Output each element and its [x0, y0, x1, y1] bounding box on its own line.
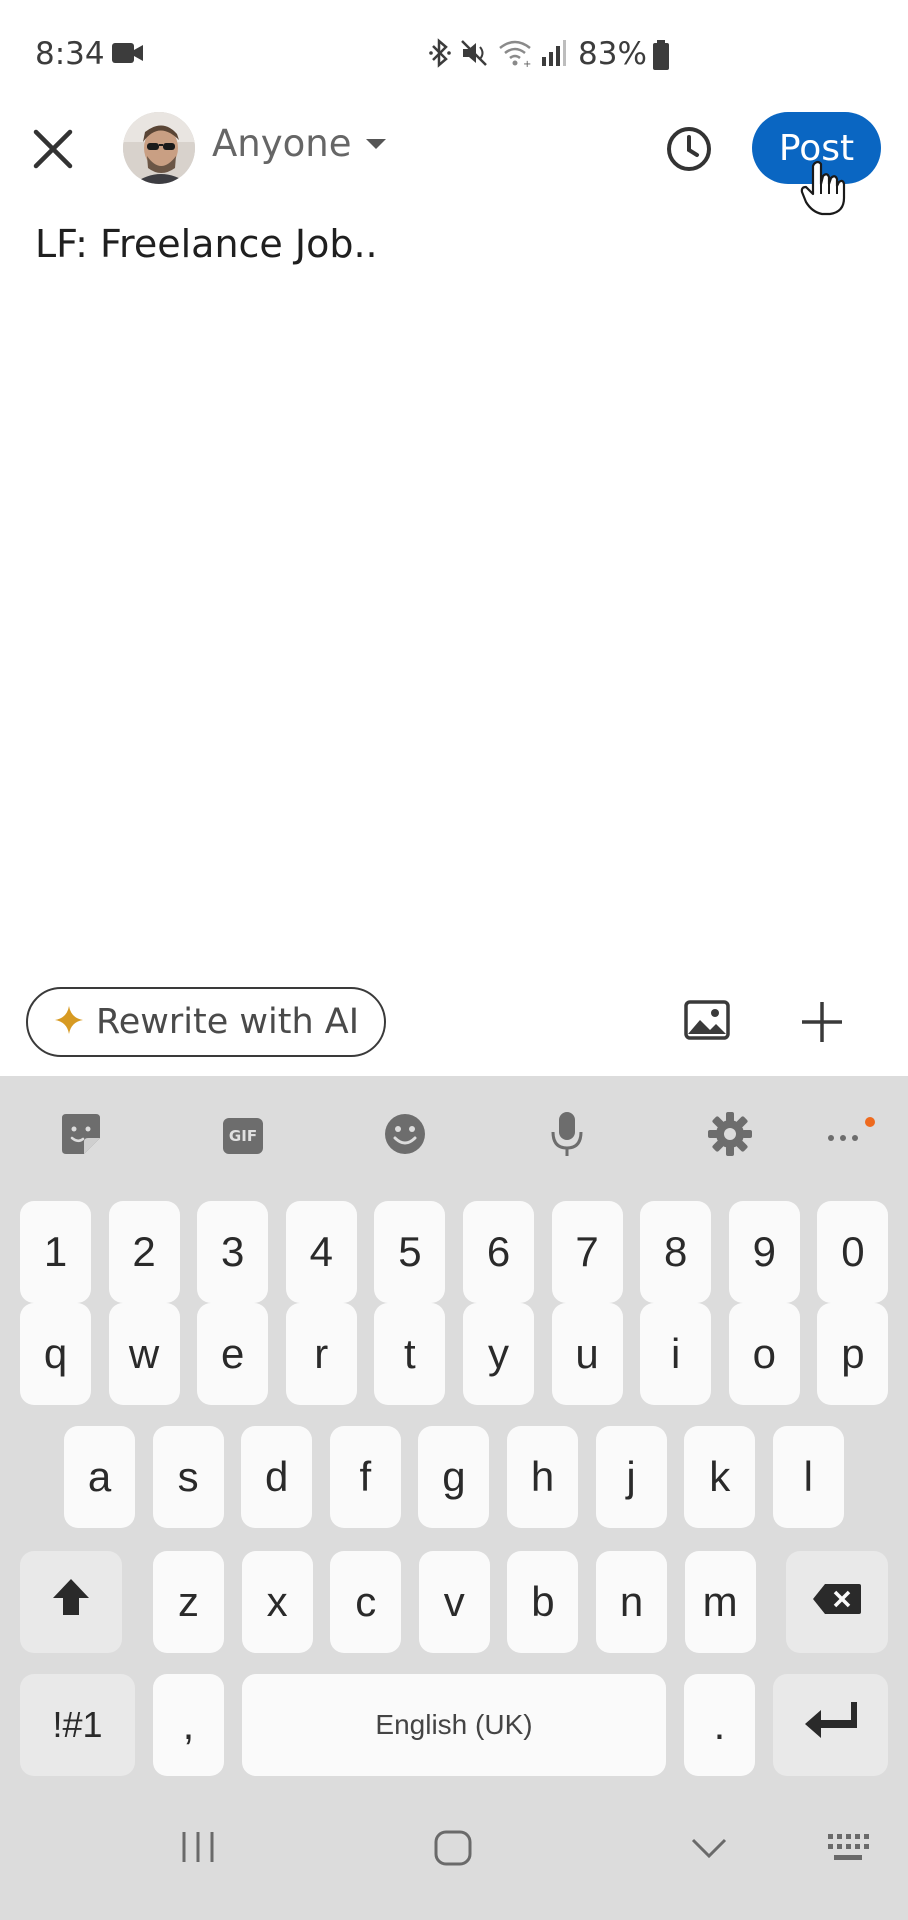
wifi-icon: + [498, 38, 532, 72]
space-key[interactable]: English (UK) [242, 1674, 666, 1776]
key-c[interactable]: c [330, 1551, 402, 1653]
add-image-button[interactable] [684, 1000, 730, 1044]
key-9[interactable]: 9 [728, 1201, 800, 1303]
comma-key[interactable]: , [153, 1674, 224, 1776]
microphone-icon [549, 1110, 585, 1162]
key-3[interactable]: 3 [197, 1201, 269, 1303]
key-e[interactable]: e [197, 1303, 269, 1405]
sparkle-icon [54, 1005, 84, 1039]
key-1[interactable]: 1 [20, 1201, 91, 1303]
svg-text:+: + [523, 59, 531, 68]
more-tools-button[interactable] [823, 1112, 879, 1160]
home-button[interactable] [433, 1830, 473, 1870]
key-m[interactable]: m [684, 1551, 756, 1653]
audience-selector[interactable]: Anyone [212, 122, 386, 165]
key-k[interactable]: k [684, 1426, 756, 1528]
more-options-button[interactable] [800, 1000, 844, 1048]
mute-icon [460, 38, 490, 72]
key-t[interactable]: t [374, 1303, 446, 1405]
enter-key[interactable] [773, 1674, 888, 1776]
rewrite-with-ai-button[interactable]: Rewrite with AI [26, 987, 386, 1057]
keyboard-settings-button[interactable] [706, 1112, 754, 1160]
back-icon [690, 1838, 728, 1864]
keyboard-switch-button[interactable] [826, 1832, 870, 1868]
key-y[interactable]: y [463, 1303, 534, 1405]
key-n[interactable]: n [596, 1551, 667, 1653]
key-b[interactable]: b [507, 1551, 579, 1653]
settings-icon [707, 1111, 753, 1161]
close-button[interactable] [30, 126, 76, 172]
backspace-icon [811, 1578, 863, 1626]
hide-keyboard-button[interactable] [690, 1836, 728, 1864]
close-icon [30, 129, 76, 176]
gif-icon: GIF [223, 1118, 263, 1154]
plus-icon [800, 1002, 844, 1048]
status-icons: + [428, 38, 566, 72]
symbols-key[interactable]: !#1 [20, 1674, 135, 1776]
bluetooth-icon [428, 38, 452, 72]
clock-icon [664, 127, 714, 178]
composer-header: Anyone Post [0, 100, 908, 200]
sticker-icon [58, 1112, 104, 1160]
avatar[interactable] [123, 112, 195, 184]
backspace-key[interactable] [786, 1551, 888, 1653]
battery-icon [652, 40, 670, 74]
keyboard-toolbar: GIF [0, 1076, 908, 1196]
key-2[interactable]: 2 [108, 1201, 180, 1303]
key-0[interactable]: 0 [817, 1201, 889, 1303]
key-w[interactable]: w [108, 1303, 180, 1405]
rewrite-with-ai-label: Rewrite with AI [96, 1002, 360, 1042]
key-v[interactable]: v [418, 1551, 490, 1653]
key-i[interactable]: i [640, 1303, 712, 1405]
key-x[interactable]: x [241, 1551, 313, 1653]
hand-cursor-icon [800, 160, 846, 220]
key-6[interactable]: 6 [463, 1201, 534, 1303]
signal-icon [540, 39, 566, 71]
keyboard-switch-icon [826, 1834, 870, 1868]
key-o[interactable]: o [728, 1303, 800, 1405]
key-z[interactable]: z [153, 1551, 224, 1653]
status-time: 8:34 [35, 36, 105, 72]
sticker-button[interactable] [57, 1112, 105, 1160]
key-f[interactable]: f [329, 1426, 401, 1528]
emoji-icon [383, 1112, 427, 1160]
more-icon [823, 1114, 879, 1158]
gif-button[interactable]: GIF [219, 1112, 267, 1160]
shift-arrow-icon [50, 1576, 92, 1628]
home-icon [433, 1830, 473, 1870]
key-p[interactable]: p [817, 1303, 889, 1405]
gif-label: GIF [228, 1127, 258, 1145]
key-a[interactable]: a [64, 1426, 135, 1528]
key-h[interactable]: h [507, 1426, 578, 1528]
key-4[interactable]: 4 [285, 1201, 357, 1303]
key-7[interactable]: 7 [551, 1201, 623, 1303]
emoji-button[interactable] [381, 1112, 429, 1160]
video-camera-icon [111, 40, 145, 70]
shift-key[interactable] [20, 1551, 122, 1653]
key-8[interactable]: 8 [640, 1201, 712, 1303]
key-5[interactable]: 5 [374, 1201, 446, 1303]
key-s[interactable]: s [152, 1426, 224, 1528]
system-nav-bar [0, 1790, 908, 1920]
caret-down-icon [365, 138, 386, 149]
period-key[interactable]: . [684, 1674, 755, 1776]
key-g[interactable]: g [418, 1426, 490, 1528]
schedule-button[interactable] [664, 124, 714, 174]
key-r[interactable]: r [285, 1303, 357, 1405]
enter-icon [803, 1700, 859, 1750]
audience-label: Anyone [212, 122, 352, 165]
key-j[interactable]: j [595, 1426, 667, 1528]
voice-input-button[interactable] [543, 1112, 591, 1160]
key-d[interactable]: d [241, 1426, 313, 1528]
recent-apps-button[interactable] [180, 1830, 216, 1868]
key-u[interactable]: u [551, 1303, 623, 1405]
battery-percent: 83% [578, 36, 647, 72]
key-q[interactable]: q [20, 1303, 91, 1405]
recent-apps-icon [180, 1832, 216, 1868]
post-text-editor[interactable]: LF: Freelance Job.. [35, 222, 875, 266]
status-bar: 8:34 + 83% [0, 0, 908, 110]
key-l[interactable]: l [772, 1426, 844, 1528]
image-icon [684, 1000, 730, 1044]
